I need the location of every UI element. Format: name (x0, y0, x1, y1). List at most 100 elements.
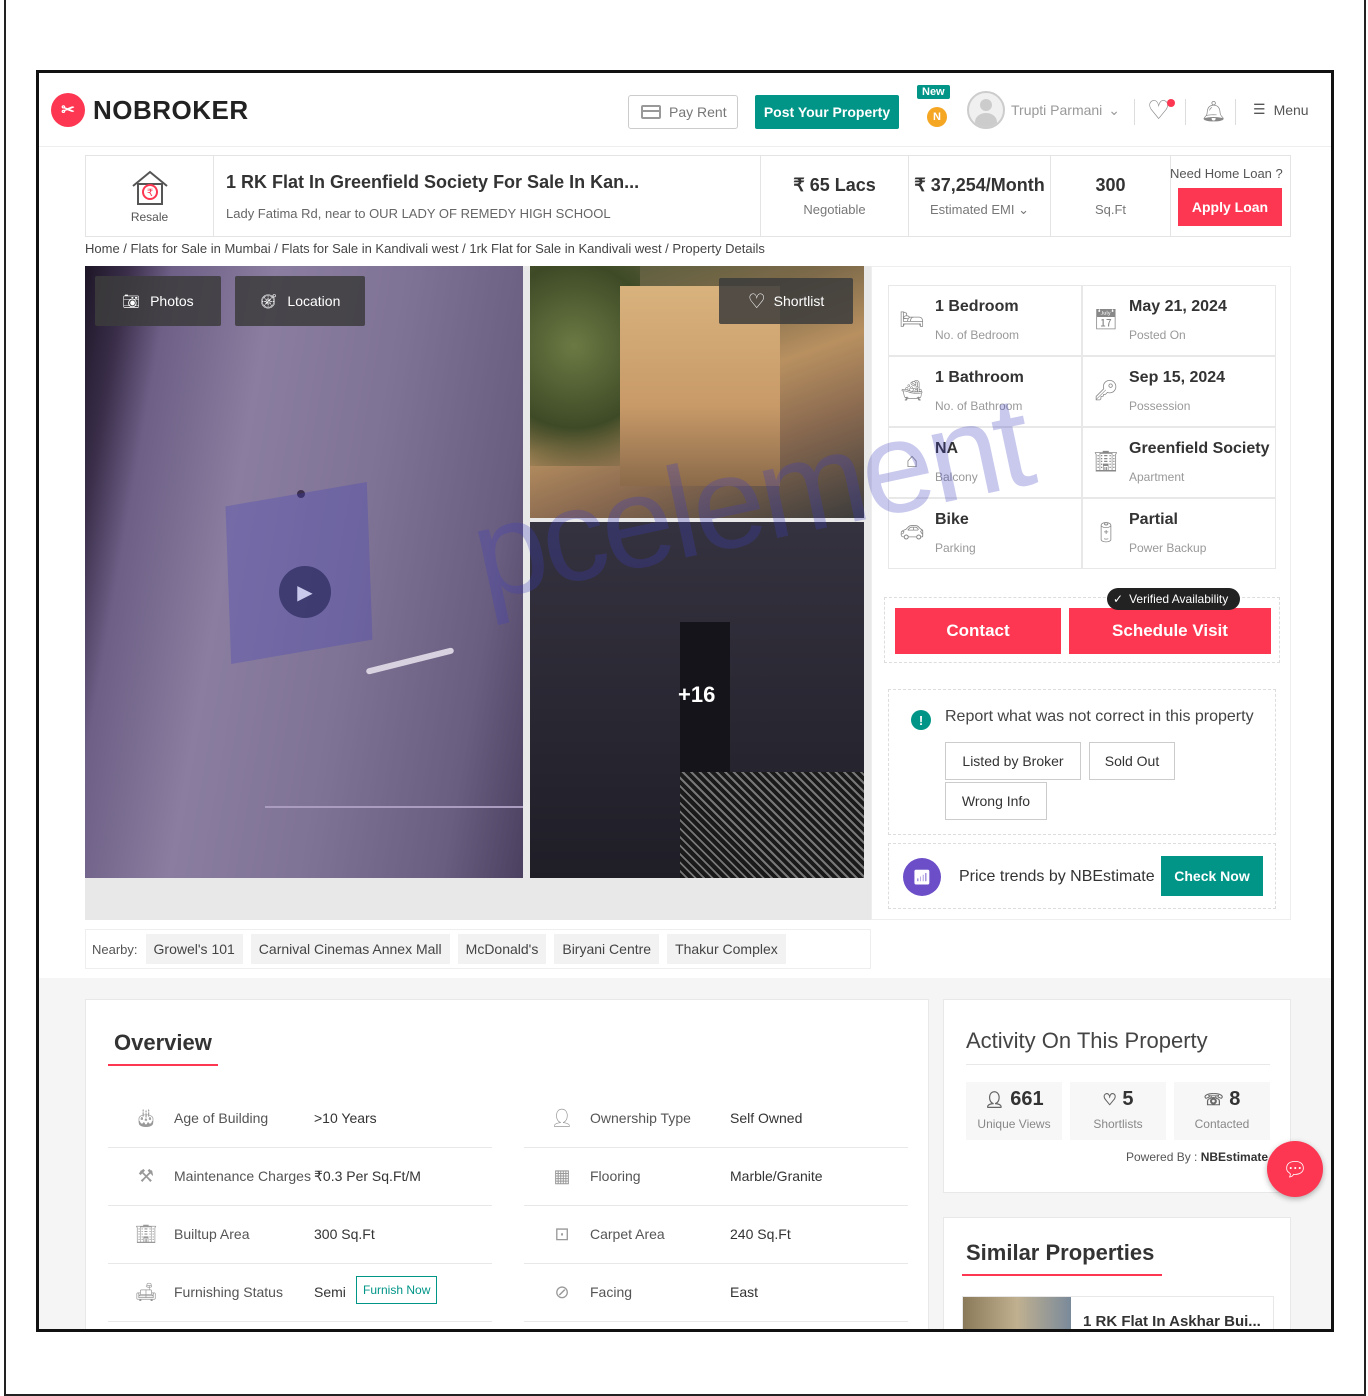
shortlist-button[interactable]: ♡ Shortlist (719, 278, 853, 324)
detail-posted-on: 📅︎ May 21, 2024 Posted On (1082, 285, 1276, 356)
title-underline (108, 1064, 218, 1066)
price-note: Negotiable (803, 202, 866, 217)
logo-text: NOBROKER (93, 94, 249, 125)
similar-property-name: 1 RK Flat In Askhar Bui... (1083, 1313, 1261, 1330)
phone-icon: ☏ (1203, 1092, 1224, 1109)
chevron-down-icon: ⌄ (1108, 101, 1121, 118)
price-value: ₹ 65 Lacs (793, 175, 876, 195)
schedule-visit-button[interactable]: Schedule Visit (1069, 608, 1271, 654)
alert-icon: ! (911, 710, 931, 730)
report-title: Report what was not correct in this prop… (945, 708, 1254, 725)
bell-icon[interactable]: 🔔︎ (1201, 99, 1226, 124)
building-icon: 🏢︎ (134, 1223, 158, 1244)
location-label: Location (287, 293, 341, 309)
post-property-button[interactable]: Post Your Property (755, 95, 899, 129)
similar-title: Similar Properties (966, 1240, 1155, 1265)
chart-icon: 📶︎ (903, 858, 941, 896)
play-icon[interactable]: ▶ (279, 566, 331, 618)
nearby-chip[interactable]: McDonald's (457, 934, 547, 964)
check-circle-icon: ✓ (1113, 592, 1124, 606)
area-value: 300 (1095, 175, 1126, 195)
sofa-icon: 🛋︎ (134, 1281, 158, 1302)
location-button[interactable]: 🧭︎ Location (235, 276, 365, 326)
compass-icon: ⊘ (554, 1281, 570, 1302)
detail-balcony: ⌂ NA Balcony (888, 427, 1082, 498)
user-icon: 👤︎ (984, 1092, 1005, 1109)
emi-block[interactable]: ₹ 37,254/Month Estimated EMI ⌄ (908, 156, 1050, 236)
header-divider (1134, 99, 1135, 125)
detail-parking: 🚗︎ Bike Parking (888, 498, 1082, 569)
header-divider (1185, 99, 1186, 125)
pay-rent-button[interactable]: Pay Rent (628, 95, 738, 129)
photos-button[interactable]: 📷︎ Photos (95, 276, 221, 326)
house-rupee-icon: ₹ (131, 170, 168, 205)
furnish-now-button[interactable]: Furnish Now (356, 1276, 438, 1304)
detail-bedroom: 🛏︎ 1 Bedroom No. of Bedroom (888, 285, 1082, 356)
shortlist-label: Shortlist (773, 293, 825, 309)
verified-availability-badge: ✓ Verified Availability (1107, 588, 1241, 610)
pay-rent-label: Pay Rent (669, 104, 727, 120)
activity-title: Activity On This Property (966, 1028, 1208, 1053)
building-icon: 🏢︎ (1093, 450, 1119, 473)
report-listed-by-broker[interactable]: Listed by Broker (945, 742, 1081, 780)
price-block: ₹ 65 Lacs Negotiable (760, 156, 908, 236)
breadcrumb[interactable]: Home / Flats for Sale in Mumbai / Flats … (85, 241, 765, 256)
apply-loan-button[interactable]: Apply Loan (1178, 188, 1282, 226)
emi-value: ₹ 37,254/Month (914, 174, 1045, 195)
similar-property-card[interactable]: 1 RK Flat In Askhar Bui... (962, 1296, 1274, 1330)
check-now-button[interactable]: Check Now (1161, 856, 1263, 896)
property-thumbnail (963, 1297, 1071, 1329)
overview-row-age: 🎂︎ Age of Building >10 Years (108, 1092, 492, 1148)
new-badge: New (917, 85, 950, 99)
stat-contacted: ☏ 8 Contacted (1174, 1082, 1270, 1140)
floorplan-icon: ⊡ (554, 1223, 570, 1244)
detail-power-backup: 🔋︎ Partial Power Backup (1082, 498, 1276, 569)
user-name: Trupti Parmani (1011, 102, 1103, 118)
overview-row-builtup: 🏢︎ Builtup Area 300 Sq.Ft (108, 1208, 492, 1264)
nearby-chip[interactable]: Carnival Cinemas Annex Mall (250, 934, 450, 964)
user-menu[interactable]: Trupti Parmani ⌄ (967, 91, 1120, 129)
hamburger-icon: ☰ (1253, 101, 1266, 117)
menu-label: Menu (1273, 101, 1309, 118)
overview-row-maintenance: ⚒ Maintenance Charges ₹0.3 Per Sq.Ft/M (108, 1150, 492, 1206)
more-photos-count[interactable]: +16 (678, 682, 715, 708)
tools-icon: ⚒ (137, 1165, 155, 1186)
balcony-icon: ⌂ (905, 449, 919, 472)
calendar-icon: 📅︎ (1093, 308, 1119, 331)
main-photo[interactable]: ▶ (85, 266, 523, 878)
heart-icon: ♡ (747, 290, 766, 313)
car-icon: 🚗︎ (899, 521, 925, 544)
menu-button[interactable]: ☰ Menu (1253, 101, 1309, 118)
bed-icon: 🛏︎ (899, 308, 925, 331)
area-block: 300 Sq.Ft (1050, 156, 1170, 236)
nearby-chip[interactable]: Growel's 101 (145, 934, 243, 964)
detail-apartment: 🏢︎ Greenfield Society Apartment (1082, 427, 1276, 498)
report-sold-out[interactable]: Sold Out (1089, 742, 1175, 780)
avatar (967, 91, 1005, 129)
chevron-down-icon: ⌄ (1018, 201, 1030, 217)
overview-card: Overview 🎂︎ Age of Building >10 Years ⚒ … (85, 999, 929, 1329)
nb-coin-icon[interactable]: N (927, 107, 947, 127)
property-title: 1 RK Flat In Greenfield Society For Sale… (226, 172, 640, 192)
contact-button[interactable]: Contact (895, 608, 1061, 654)
chat-icon[interactable]: 💬︎ (1267, 1141, 1323, 1197)
property-address: Lady Fatima Rd, near to OUR LADY OF REME… (226, 206, 611, 221)
report-wrong-info[interactable]: Wrong Info (945, 782, 1047, 820)
battery-icon: 🔋︎ (1093, 521, 1119, 544)
property-title-bar: ₹ Resale 1 RK Flat In Greenfield Society… (85, 155, 1291, 237)
detail-possession: 🔑︎ Sep 15, 2024 Possession (1082, 356, 1276, 427)
property-details-panel: 🛏︎ 1 Bedroom No. of Bedroom 📅︎ May 21, 2… (871, 266, 1291, 920)
nearby-chip[interactable]: Biryani Centre (554, 934, 660, 964)
nearby-chip[interactable]: Thakur Complex (667, 934, 786, 964)
title-underline (962, 1274, 1162, 1276)
door-handle (365, 647, 455, 675)
powered-by: Powered By : NBEstimate (1126, 1150, 1269, 1164)
activity-card: Activity On This Property 👤︎ 661 Unique … (943, 999, 1291, 1193)
person-icon: 👤︎ (550, 1107, 574, 1128)
nobroker-logo[interactable]: ✂ NOBROKER (51, 93, 249, 127)
browser-frame: ✂ NOBROKER Pay Rent Post Your Property N… (36, 70, 1334, 1332)
overview-row-carpet: ⊡ Carpet Area 240 Sq.Ft (524, 1208, 908, 1264)
cake-icon: 🎂︎ (134, 1107, 158, 1128)
credit-card-icon (641, 105, 661, 119)
room-photo[interactable]: +16 (530, 522, 864, 878)
